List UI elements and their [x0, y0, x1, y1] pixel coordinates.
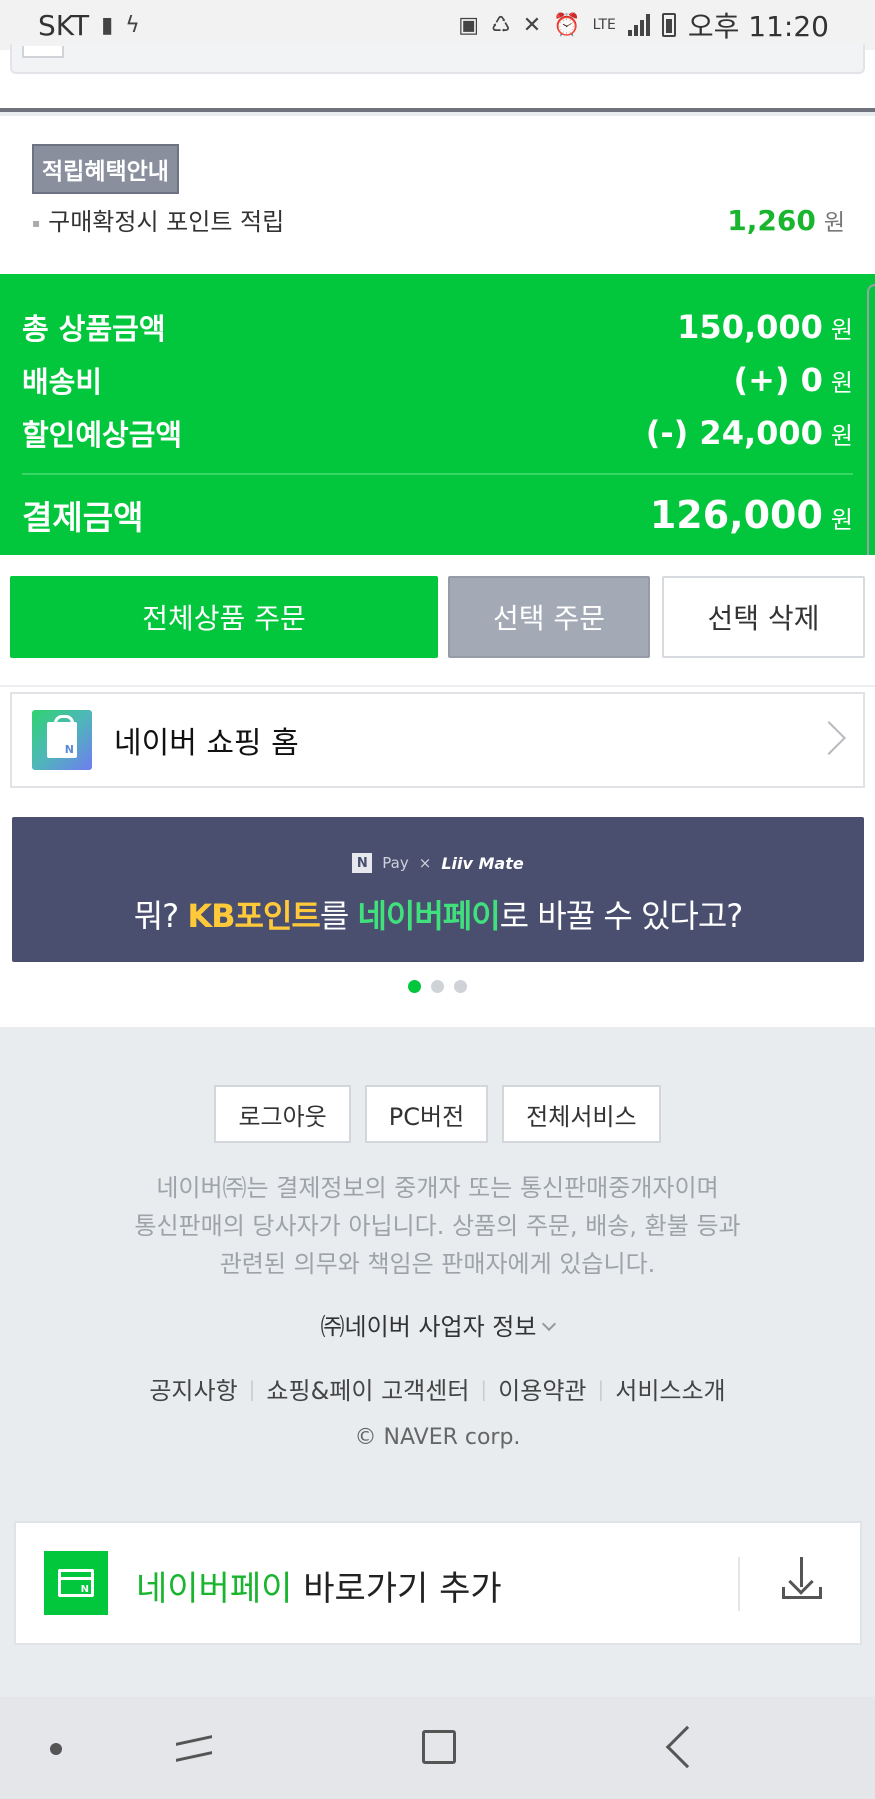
order-all-button[interactable]: 전체상품 주문 [10, 576, 438, 658]
status-bar: SKT ▮ ϟ ▣ ♺ ✕ ⏰ LTE 오후 11:20 [0, 0, 875, 50]
chevron-right-icon [812, 721, 846, 755]
footer-buttons: 로그아웃 PC버전 전체서비스 [0, 1085, 875, 1143]
banner-headline: 뭐? KB포인트를 네이버페이로 바꿀 수 있다고? [133, 897, 744, 935]
summary-divider [22, 473, 853, 475]
banner-section: N Pay × Liiv Mate 뭐? KB포인트를 네이버페이로 바꿀 수 … [0, 815, 875, 1027]
cart-item-card-bottom [10, 44, 865, 74]
battery-alert-icon: ▮ [101, 12, 114, 38]
lte-label: LTE [592, 17, 616, 33]
subtotal-label: 총 상품금액 [22, 311, 166, 346]
lock-icon: ▣ [458, 12, 480, 38]
summary-row-subtotal: 총 상품금액 150,000 원 [22, 300, 853, 353]
back-icon[interactable] [665, 1725, 709, 1769]
item-checkbox[interactable] [22, 46, 64, 58]
app-notification-icon: ϟ [125, 12, 140, 38]
footer-notice: 네이버㈜는 결제정보의 중개자 또는 통신판매중개자이며 통신판매의 당사자가 … [134, 1174, 741, 1278]
summary-row-total: 결제금액 126,000 원 [22, 481, 853, 549]
mute-icon: ✕ [522, 12, 542, 38]
nav-dot-icon[interactable] [50, 1743, 62, 1755]
copyright: © NAVER corp. [354, 1425, 521, 1450]
naver-shopping-bag-icon [32, 710, 92, 770]
points-unit: 원 [823, 209, 845, 236]
previous-section [0, 44, 875, 112]
divider [738, 1557, 740, 1611]
battery-icon [661, 13, 676, 37]
home-icon[interactable] [422, 1730, 456, 1764]
banner-brands: N Pay × Liiv Mate [12, 853, 864, 873]
recycle-icon: ♺ [491, 12, 511, 38]
footer: 로그아웃 PC버전 전체서비스 네이버㈜는 결제정보의 중개자 또는 통신판매중… [0, 1027, 875, 1697]
recent-apps-icon[interactable] [176, 1731, 212, 1765]
total-label: 결제금액 [22, 498, 144, 537]
pay-shortcut-text: 네이버페이 바로가기 추가 [136, 1569, 502, 1609]
download-icon[interactable] [780, 1553, 824, 1603]
shipping-label: 배송비 [22, 364, 103, 399]
npay-badge: N [352, 853, 373, 873]
system-nav-bar [0, 1697, 875, 1799]
delete-selected-button[interactable]: 선택 삭제 [662, 576, 865, 658]
liiv-mate-logo: Liiv Mate [441, 853, 524, 873]
summary-row-shipping: 배송비 (+) 0원 [22, 353, 853, 406]
customer-center-link[interactable]: 쇼핑&페이 고객센터 [266, 1371, 469, 1406]
points-section: 적립혜택안내 구매확정시 포인트 적립 1,260 원 [0, 116, 875, 274]
signal-icon [627, 14, 650, 36]
pagination-dot-2[interactable] [431, 980, 444, 993]
points-tag: 적립혜택안내 [32, 144, 179, 194]
banner-pagination [0, 980, 875, 993]
carrier-label: SKT [38, 8, 90, 42]
points-label: 구매확정시 포인트 적립 [32, 202, 284, 237]
subtotal-value: 150,000 원 [677, 307, 853, 346]
order-button-bar: 전체상품 주문 선택 주문 선택 삭제 [0, 555, 875, 685]
alarm-icon: ⏰ [553, 12, 581, 38]
pagination-dot-3[interactable] [454, 980, 467, 993]
pagination-dot-1[interactable] [408, 980, 421, 993]
logout-button[interactable]: 로그아웃 [214, 1085, 351, 1143]
pc-version-button[interactable]: PC버전 [364, 1085, 489, 1143]
discount-label: 할인예상금액 [22, 417, 183, 452]
naver-pay-card-icon [44, 1551, 108, 1615]
service-intro-link[interactable]: 서비스소개 [615, 1371, 725, 1406]
discount-value: (-) 24,000 원 [645, 413, 853, 452]
promo-banner[interactable]: N Pay × Liiv Mate 뭐? KB포인트를 네이버페이로 바꿀 수 … [12, 817, 864, 962]
points-amount: 1,260 원 [727, 203, 845, 237]
status-right: ▣ ♺ ✕ ⏰ LTE 오후 11:20 [458, 5, 829, 45]
terms-link[interactable]: 이용약관 [498, 1371, 586, 1406]
shopping-home-label: 네이버 쇼핑 홈 [114, 726, 299, 761]
pay-label: Pay [382, 854, 409, 872]
footer-links: 공지사항 | 쇼핑&페이 고객센터 | 이용약관 | 서비스소개 [0, 1371, 875, 1406]
shipping-value: (+) 0원 [733, 360, 853, 399]
chevron-down-icon [542, 1316, 557, 1332]
points-value: 1,260 [727, 203, 816, 237]
summary-row-discount: 할인예상금액 (-) 24,000 원 [22, 406, 853, 459]
points-row: 구매확정시 포인트 적립 1,260 원 [32, 202, 845, 237]
business-info-toggle[interactable]: ㈜네이버 사업자 정보 [0, 1307, 875, 1342]
price-summary: 총 상품금액 150,000 원 배송비 (+) 0원 할인예상금액 (-) 24… [0, 274, 875, 555]
shopping-home-section: 네이버 쇼핑 홈 [0, 685, 875, 815]
notice-link[interactable]: 공지사항 [149, 1371, 237, 1406]
status-left: SKT ▮ ϟ [38, 9, 140, 42]
naver-pay-shortcut-banner[interactable]: 네이버페이 바로가기 추가 [14, 1521, 862, 1645]
shopping-home-link[interactable]: 네이버 쇼핑 홈 [10, 692, 865, 788]
all-services-button[interactable]: 전체서비스 [502, 1085, 661, 1143]
x-mark: × [418, 854, 432, 872]
total-value: 126,000 원 [649, 493, 853, 537]
clock: 오후 11:20 [687, 10, 829, 43]
order-selected-button[interactable]: 선택 주문 [448, 576, 650, 658]
